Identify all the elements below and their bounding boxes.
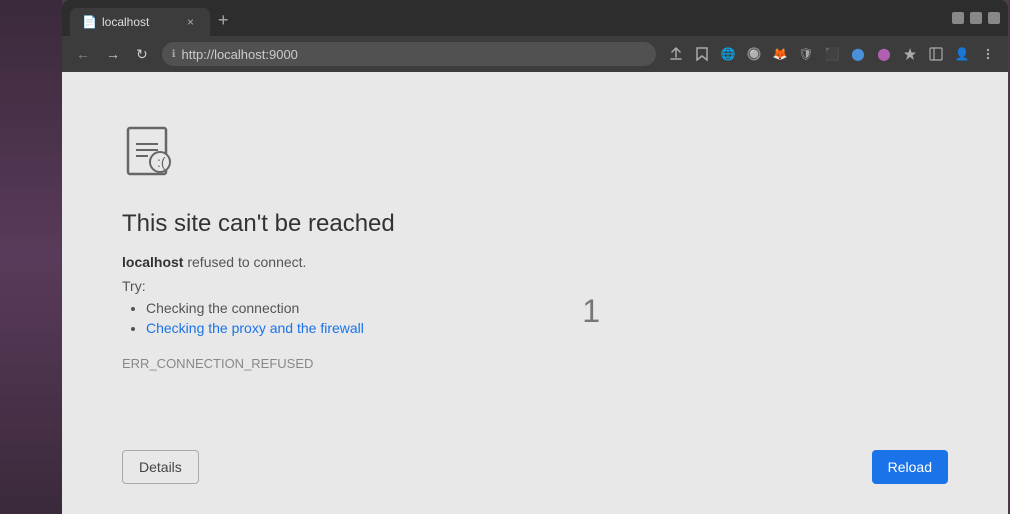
sidebar-toggle-icon[interactable] — [924, 42, 948, 66]
ext7-icon[interactable]: ⬤ — [872, 42, 896, 66]
reload-page-button[interactable]: ↻ — [130, 42, 154, 67]
address-info-icon: ℹ — [172, 49, 176, 60]
error-page: :( This site can't be reached localhost … — [62, 72, 1008, 514]
close-window-button[interactable] — [988, 12, 1000, 24]
suggestion-2[interactable]: Checking the proxy and the firewall — [146, 320, 364, 336]
ext1-icon[interactable]: 🌐 — [716, 42, 740, 66]
address-bar[interactable]: ℹ http://localhost:9000 — [162, 42, 656, 66]
button-row: Details Reload — [122, 450, 948, 484]
desktop-background — [0, 0, 62, 514]
error-code: ERR_CONNECTION_REFUSED — [122, 356, 313, 371]
toolbar-icons: 🌐 🔘 🦊 🛡 ⬛ ⬤ ⬤ 👤 — [664, 42, 1000, 66]
browser-toolbar: ← → ↻ ℹ http://localhost:9000 🌐 🔘 🦊 🛡 ⬛ … — [62, 36, 1008, 72]
maximize-button[interactable] — [970, 12, 982, 24]
share-icon[interactable] — [664, 42, 688, 66]
svg-text::(: :( — [157, 154, 166, 170]
proxy-firewall-link[interactable]: Checking the proxy and the firewall — [146, 320, 364, 336]
tab-favicon-icon: 📄 — [82, 15, 96, 29]
address-text: http://localhost:9000 — [182, 47, 646, 62]
details-button[interactable]: Details — [122, 450, 199, 484]
menu-icon[interactable] — [976, 42, 1000, 66]
tab-title: localhost — [102, 15, 177, 29]
error-try-label: Try: — [122, 278, 146, 294]
ext4-icon[interactable]: 🛡 — [794, 42, 818, 66]
browser-window: 📄 localhost × + ← → ↻ ℹ http://localhost… — [62, 0, 1008, 514]
ext8-icon[interactable] — [898, 42, 922, 66]
profile-icon[interactable]: 👤 — [950, 42, 974, 66]
ext6-icon[interactable]: ⬤ — [846, 42, 870, 66]
window-controls — [952, 12, 1000, 24]
suggestion-1: Checking the connection — [146, 300, 364, 316]
back-button[interactable]: ← — [70, 42, 96, 66]
error-subtitle-rest: refused to connect. — [183, 254, 306, 270]
tab-close-button[interactable]: × — [183, 13, 198, 31]
error-title: This site can't be reached — [122, 210, 395, 238]
active-tab[interactable]: 📄 localhost × — [70, 8, 210, 36]
suggestion-1-text: Checking the connection — [146, 300, 299, 316]
tab-area: 📄 localhost × + — [70, 0, 952, 36]
page-number: 1 — [582, 293, 600, 330]
reload-button[interactable]: Reload — [872, 450, 948, 484]
ext3-icon[interactable]: 🦊 — [768, 42, 792, 66]
ext5-icon[interactable]: ⬛ — [820, 42, 844, 66]
error-suggestions-list: Checking the connection Checking the pro… — [146, 300, 364, 340]
new-tab-button[interactable]: + — [210, 10, 237, 31]
forward-button[interactable]: → — [100, 42, 126, 66]
ext2-icon[interactable]: 🔘 — [742, 42, 766, 66]
error-subtitle: localhost refused to connect. — [122, 254, 306, 270]
error-subtitle-bold: localhost — [122, 254, 183, 270]
title-bar: 📄 localhost × + — [62, 0, 1008, 36]
bookmark-icon[interactable] — [690, 42, 714, 66]
minimize-button[interactable] — [952, 12, 964, 24]
error-icon: :( — [122, 122, 178, 190]
